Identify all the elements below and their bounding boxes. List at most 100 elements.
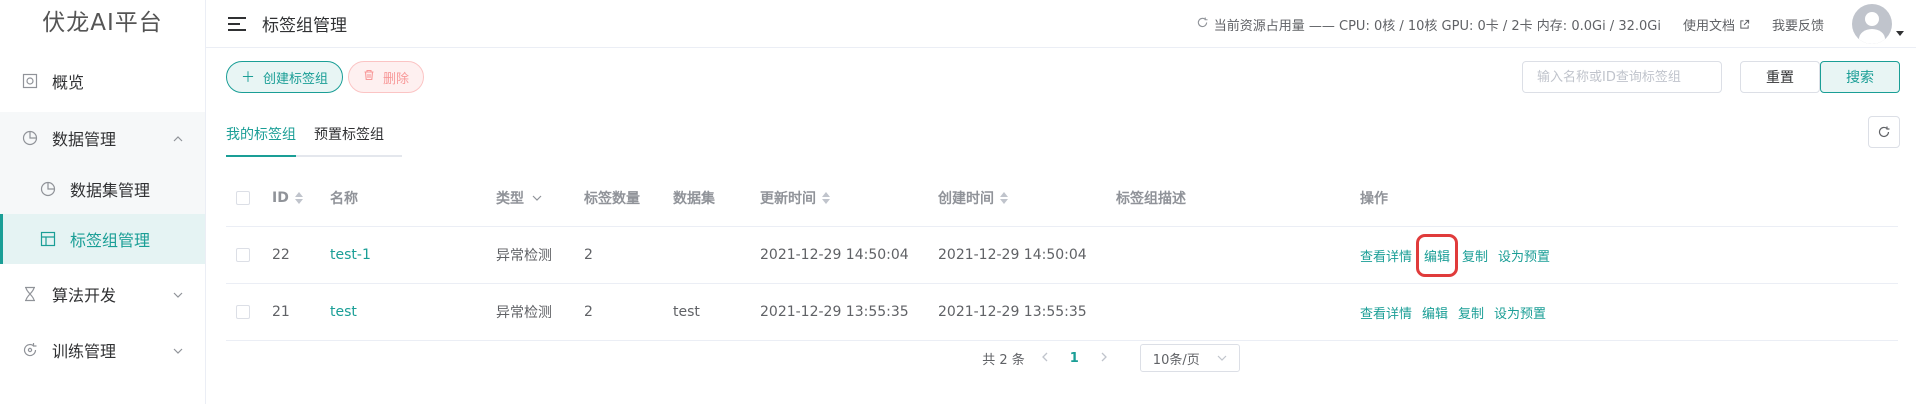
plus-icon: ＋ — [241, 70, 255, 86]
row-checkbox[interactable] — [236, 305, 250, 319]
column-header-name: 名称 — [330, 191, 358, 207]
column-header-label-count: 标签数量 — [584, 191, 640, 207]
avatar[interactable] — [1852, 4, 1892, 44]
table-header-row: ID 名称 类型 标签数量 数据集 更新时间 创建时间 标签组描述 操作 — [226, 170, 1898, 227]
tab-preset-label-groups[interactable]: 预置标签组 — [314, 124, 384, 155]
cell-created: 2021-12-29 14:50:04 — [938, 247, 1087, 263]
edit-link[interactable]: 编辑 — [1422, 303, 1448, 322]
refresh-icon[interactable] — [1197, 17, 1208, 31]
table-row: 21 test 异常检测 2 test 2021-12-29 13:55:35 … — [226, 284, 1898, 341]
copy-link[interactable]: 复制 — [1458, 303, 1484, 322]
column-header-dataset: 数据集 — [673, 191, 715, 207]
sidebar-item-label: 标签组管理 — [70, 231, 151, 250]
set-preset-link[interactable]: 设为预置 — [1498, 246, 1550, 265]
chevron-left-icon[interactable] — [1041, 350, 1048, 366]
hourglass-icon — [22, 286, 38, 302]
row-checkbox[interactable] — [236, 248, 250, 262]
pagination: 共 2 条 1 10条/页 — [206, 344, 1916, 372]
pie-chart-icon — [40, 181, 56, 197]
select-all-checkbox[interactable] — [236, 191, 250, 205]
create-label-group-label: 创建标签组 — [263, 71, 329, 87]
pie-chart-icon — [22, 130, 38, 146]
sidebar-item-overview[interactable]: 概览 — [0, 55, 205, 107]
resource-usage-text: 当前资源占用量 —— CPU: 0核 / 10核 GPU: 0卡 / 2卡 内存… — [1213, 18, 1661, 34]
sort-icon[interactable] — [1000, 192, 1008, 204]
column-header-type[interactable]: 类型 — [496, 170, 542, 226]
sidebar-item-training-management[interactable]: 训练管理 — [0, 324, 205, 376]
layout-icon — [40, 231, 56, 247]
cell-updated: 2021-12-29 14:50:04 — [760, 247, 909, 263]
external-link-icon — [1739, 19, 1750, 30]
page-size-value: 10条/页 — [1152, 352, 1200, 368]
search-button[interactable]: 搜索 — [1820, 61, 1900, 93]
dashboard-icon — [22, 73, 38, 89]
page-number-current[interactable]: 1 — [1070, 351, 1079, 366]
chevron-up-icon — [173, 131, 183, 145]
cell-actions: 查看详情 编辑 复制 设为预置 — [1360, 284, 1556, 340]
app-logo: 伏龙AI平台 — [42, 10, 163, 36]
refresh-icon — [1878, 126, 1890, 138]
page-size-select[interactable]: 10条/页 — [1139, 344, 1240, 372]
column-header-updated[interactable]: 更新时间 — [760, 170, 830, 226]
cell-id: 22 — [272, 247, 290, 263]
refresh-cycle-icon — [22, 342, 38, 358]
cell-type: 异常检测 — [496, 305, 552, 321]
docs-link[interactable]: 使用文档 — [1683, 15, 1750, 34]
resource-usage: 当前资源占用量 —— CPU: 0核 / 10核 GPU: 0卡 / 2卡 内存… — [1197, 15, 1661, 34]
cell-updated: 2021-12-29 13:55:35 — [760, 304, 909, 320]
sort-icon[interactable] — [822, 192, 830, 204]
cell-label-count: 2 — [584, 304, 593, 320]
create-label-group-button[interactable]: ＋ 创建标签组 — [226, 61, 344, 93]
chevron-right-icon[interactable] — [1101, 350, 1108, 366]
sidebar-item-dataset-management[interactable]: 数据集管理 — [0, 164, 205, 214]
sort-icon[interactable] — [294, 192, 303, 204]
cell-id: 21 — [272, 304, 290, 320]
chevron-down-icon — [173, 343, 183, 357]
sidebar: 伏龙AI平台 概览 数据管理 数据集管理 标签组管理 算法开发 训练管理 — [0, 0, 206, 404]
tab-my-label-groups[interactable]: 我的标签组 — [226, 124, 296, 157]
delete-button[interactable]: 删除 — [348, 61, 425, 93]
cell-actions: 查看详情 编辑 复制 设为预置 — [1360, 227, 1560, 283]
chevron-down-icon[interactable] — [532, 193, 542, 204]
menu-toggle-icon[interactable] — [228, 16, 246, 31]
copy-link[interactable]: 复制 — [1462, 246, 1488, 265]
chevron-down-icon — [1217, 355, 1227, 361]
main-content: ＋ 创建标签组 删除 重置 搜索 我的标签组 预置标签组 ID 名称 类型 — [206, 48, 1916, 404]
set-preset-link[interactable]: 设为预置 — [1494, 303, 1546, 322]
view-details-link[interactable]: 查看详情 — [1360, 303, 1412, 322]
delete-label: 删除 — [383, 71, 410, 87]
edit-link[interactable]: 编辑 — [1416, 233, 1459, 277]
top-header: 标签组管理 当前资源占用量 —— CPU: 0核 / 10核 GPU: 0卡 /… — [206, 0, 1916, 48]
sidebar-item-label: 数据管理 — [52, 130, 117, 149]
sidebar-item-label: 训练管理 — [52, 342, 117, 361]
sidebar-item-label: 数据集管理 — [70, 181, 151, 200]
view-details-link[interactable]: 查看详情 — [1360, 246, 1412, 265]
feedback-link[interactable]: 我要反馈 — [1772, 15, 1824, 34]
caret-down-icon[interactable] — [1896, 30, 1904, 36]
cell-name-link[interactable]: test-1 — [330, 227, 371, 283]
table-row: 22 test-1 异常检测 2 2021-12-29 14:50:04 202… — [226, 227, 1898, 284]
sidebar-item-label-group-management[interactable]: 标签组管理 — [0, 214, 205, 264]
sidebar-item-data-management[interactable]: 数据管理 — [0, 112, 205, 164]
pagination-total: 共 2 条 — [982, 352, 1025, 368]
label-group-table: ID 名称 类型 标签数量 数据集 更新时间 创建时间 标签组描述 操作 22 … — [226, 170, 1898, 341]
page-title: 标签组管理 — [262, 16, 347, 36]
sidebar-item-label: 算法开发 — [52, 286, 117, 305]
cell-name-link[interactable]: test — [330, 284, 357, 340]
column-header-created[interactable]: 创建时间 — [938, 170, 1008, 226]
refresh-table-button[interactable] — [1868, 116, 1900, 148]
cell-label-count: 2 — [584, 247, 593, 263]
cell-dataset: test — [673, 304, 700, 320]
chevron-down-icon — [173, 287, 183, 301]
reset-button[interactable]: 重置 — [1740, 61, 1820, 93]
sidebar-item-label: 概览 — [52, 73, 85, 92]
column-header-actions: 操作 — [1360, 191, 1388, 207]
tab-bar: 我的标签组 预置标签组 — [226, 124, 402, 157]
column-header-description: 标签组描述 — [1116, 191, 1186, 207]
search-input[interactable] — [1522, 61, 1722, 93]
column-header-id[interactable]: ID — [272, 170, 303, 226]
docs-link-label: 使用文档 — [1682, 18, 1735, 34]
sidebar-item-algorithm-development[interactable]: 算法开发 — [0, 268, 205, 320]
cell-created: 2021-12-29 13:55:35 — [938, 304, 1087, 320]
cell-type: 异常检测 — [496, 248, 552, 264]
